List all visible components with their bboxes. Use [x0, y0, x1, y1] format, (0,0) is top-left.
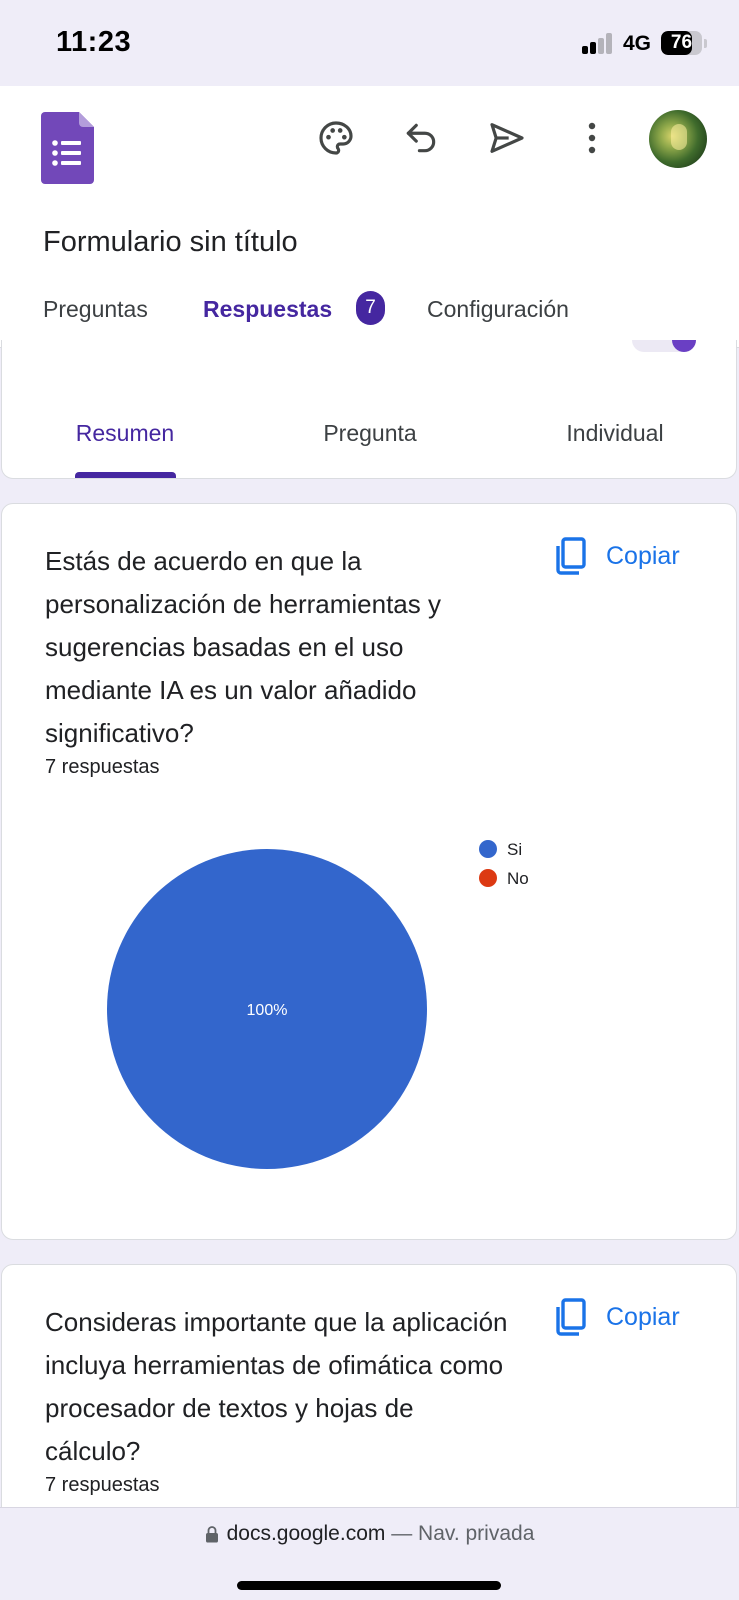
response-count: 7 respuestas — [45, 1474, 160, 1496]
legend-swatch-si — [479, 840, 497, 858]
status-bar: 11:23 4G 76 — [0, 0, 739, 86]
question-title: Consideras importante que la aplicación … — [45, 1307, 508, 1466]
responses-subtabs: Resumen Pregunta Individual — [1, 340, 737, 479]
palette-icon[interactable] — [314, 116, 358, 160]
undo-icon[interactable] — [399, 116, 443, 160]
app-header: Formulario sin título Preguntas Respuest… — [0, 86, 739, 348]
pie-chart: 100% Si No — [107, 840, 529, 1169]
browser-bottom-bar: docs.google.com — Nav. privada — [0, 1507, 739, 1600]
legend-swatch-no — [479, 869, 497, 887]
battery-level: 76 — [670, 32, 693, 53]
lock-icon — [205, 1526, 218, 1543]
status-time: 11:23 — [56, 26, 132, 58]
subtab-resumen[interactable]: Resumen — [76, 420, 174, 447]
battery-tip — [704, 39, 707, 48]
forms-logo-icon[interactable] — [41, 112, 94, 184]
url-row[interactable]: docs.google.com — Nav. privada — [0, 1522, 739, 1546]
tab-configuracion[interactable]: Configuración — [427, 296, 569, 323]
tab-preguntas[interactable]: Preguntas — [43, 296, 148, 323]
home-indicator[interactable] — [237, 1581, 501, 1590]
copy-chart-button[interactable]: Copiar — [552, 1298, 680, 1336]
legend-label-si: Si — [507, 840, 522, 859]
responses-count-badge: 7 — [356, 291, 385, 325]
copy-icon — [556, 1298, 586, 1336]
question-card: Estás de acuerdo en que la personalizaci… — [1, 503, 737, 1240]
battery-icon: 76 — [661, 31, 702, 55]
subtab-pregunta[interactable]: Pregunta — [323, 420, 416, 447]
url-domain: docs.google.com — [226, 1522, 386, 1545]
subtab-individual[interactable]: Individual — [566, 420, 663, 447]
more-vert-icon[interactable] — [570, 116, 614, 160]
tab-respuestas[interactable]: Respuestas — [203, 296, 332, 323]
private-mode-label: Nav. privada — [418, 1522, 535, 1545]
url-separator: — — [385, 1522, 419, 1545]
main-tabs: Preguntas Respuestas 7 Configuración — [0, 286, 739, 348]
active-subtab-indicator — [75, 472, 176, 478]
network-label: 4G — [623, 32, 652, 55]
avatar[interactable] — [649, 110, 707, 168]
pie-data-label: 100% — [247, 1002, 288, 1019]
accepting-responses-toggle[interactable] — [632, 340, 696, 352]
legend-label-no: No — [507, 869, 529, 888]
send-icon[interactable] — [485, 116, 529, 160]
copy-label: Copiar — [606, 1302, 680, 1331]
signal-icon — [582, 33, 614, 54]
form-title[interactable]: Formulario sin título — [43, 226, 298, 259]
